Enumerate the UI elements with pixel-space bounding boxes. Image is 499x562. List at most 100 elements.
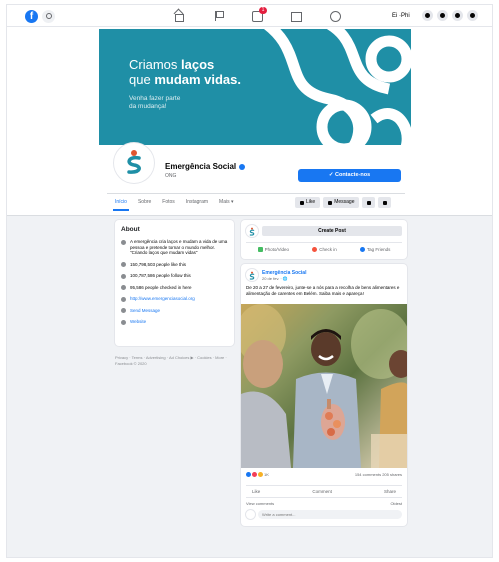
tab-about[interactable]: Sobre <box>138 199 151 205</box>
about-likes: 150,798,503 people like this <box>130 261 187 267</box>
love-reaction-icon <box>252 472 257 477</box>
pages-flag-icon[interactable] <box>211 10 225 22</box>
comments-shares-count[interactable]: 154 comments 205 shares <box>355 472 402 477</box>
cover-text: Criamos laços que mudam vidas. Venha faz… <box>129 57 241 111</box>
photo-video-label: Photo/Video <box>264 247 290 252</box>
contact-us-button[interactable]: ✓ Contacte-nos <box>298 169 401 182</box>
globe-icon <box>121 296 126 302</box>
more-icon <box>382 200 387 205</box>
about-follows: 100,787,586 people follow this <box>130 273 191 278</box>
about-title: About <box>121 226 140 233</box>
view-comments-link[interactable]: View comments <box>246 501 274 506</box>
info-icon <box>121 239 126 245</box>
account-menu-icon[interactable] <box>466 10 478 21</box>
tag-icon <box>121 319 126 325</box>
photo-icon <box>257 247 263 252</box>
about-description: A emergência cria laços e mudam a vida d… <box>130 239 228 255</box>
thumbs-up-icon <box>121 262 126 267</box>
about-send-message-link[interactable]: Send Message <box>130 308 160 314</box>
post-photo[interactable] <box>241 304 407 468</box>
about-website-link[interactable]: http://www.emergenciasocial.org <box>130 296 195 302</box>
like-page-button[interactable]: Like <box>295 197 321 208</box>
about-category-row[interactable]: Website <box>121 319 228 325</box>
check-in-button[interactable]: Check in <box>312 247 337 252</box>
post-card: Emergência Social 20 de fev. · 🌐 De 20 a… <box>241 264 407 526</box>
post-timestamp[interactable]: 20 de fev. · 🌐 <box>262 276 306 281</box>
like-page-label: Like <box>306 199 316 205</box>
page-title: Emergência Social <box>165 162 246 171</box>
search-page-button[interactable] <box>362 197 376 208</box>
post-meta: Emergência Social 20 de fev. · 🌐 <box>262 270 306 281</box>
post-photo-illustration <box>241 304 407 468</box>
page-logo-icon <box>249 271 255 280</box>
browser-page: f 1 Ei ·Phi Criamos laços que mudam vida… <box>6 4 493 558</box>
post-share-button[interactable]: Share <box>384 489 396 494</box>
post-like-button[interactable]: Like <box>252 489 260 494</box>
create-post-actions: Photo/Video Check in Tag Friends <box>246 247 402 252</box>
page-action-buttons: Like Message <box>295 197 392 208</box>
tab-more[interactable]: Mais ▾ <box>219 199 233 205</box>
page-logo-icon <box>249 227 255 236</box>
create-post-divider <box>246 242 402 243</box>
home-icon[interactable] <box>172 10 186 22</box>
photo-video-button[interactable]: Photo/Video <box>257 247 290 252</box>
commenter-avatar <box>246 510 255 519</box>
about-likes-row: 150,798,503 people like this <box>121 261 228 267</box>
search-icon[interactable] <box>42 10 55 23</box>
watch-icon[interactable]: 1 <box>250 7 267 22</box>
cover-decoration <box>263 29 411 145</box>
messenger-icon <box>121 308 126 313</box>
create-post-card: Create Post Photo/Video Check in Tag Fri… <box>241 220 407 259</box>
top-navigation: f 1 Ei ·Phi <box>7 5 492 27</box>
post-action-bar: Like Comment Share <box>246 485 402 498</box>
comments-sort-dropdown[interactable]: Oldest <box>390 501 402 506</box>
facebook-logo[interactable]: f <box>25 10 38 23</box>
checkin-icon <box>121 285 126 290</box>
cover-headline-line1: Criamos laços <box>129 57 215 72</box>
more-options-button[interactable] <box>378 197 392 208</box>
check-in-label: Check in <box>319 247 337 252</box>
nav-right-controls: Ei ·Phi <box>392 10 478 21</box>
tab-photos[interactable]: Fotos <box>162 199 175 205</box>
care-reaction-icon <box>258 472 263 477</box>
comments-controls: View comments Oldest <box>246 501 402 506</box>
reaction-icons[interactable]: 1K <box>246 472 269 477</box>
about-follows-row: 100,787,586 people follow this <box>121 273 228 279</box>
user-profile-link[interactable]: Ei ·Phi <box>392 13 410 19</box>
message-label: Message <box>334 199 355 205</box>
groups-icon[interactable] <box>328 10 342 22</box>
tab-home[interactable]: Início <box>113 199 129 211</box>
notifications-icon[interactable] <box>451 10 463 21</box>
verified-icon <box>239 163 246 170</box>
about-category-link[interactable]: Website <box>130 319 146 325</box>
page-avatar[interactable] <box>114 143 154 183</box>
comment-composer <box>246 510 402 519</box>
thumbs-up-icon <box>300 200 304 205</box>
post-text: De 20 a 27 de fevereiro, junte-se a nós … <box>246 285 400 296</box>
marketplace-icon[interactable] <box>289 10 303 22</box>
message-button[interactable]: Message <box>323 197 360 208</box>
post-author-avatar[interactable] <box>246 269 258 281</box>
about-website-row[interactable]: http://www.emergenciasocial.org <box>121 296 228 302</box>
page-logo-icon <box>127 150 141 174</box>
cover-photo[interactable]: Criamos laços que mudam vidas. Venha faz… <box>99 29 411 145</box>
post-comment-button[interactable]: Comment <box>312 489 332 494</box>
create-icon[interactable] <box>421 10 433 21</box>
tab-instagram[interactable]: Instagram <box>186 199 208 205</box>
about-checkins-row: 95,586 people checked in here <box>121 285 228 290</box>
about-description-row: A emergência cria laços e mudam a vida d… <box>121 239 228 256</box>
footer-links[interactable]: Privacy · Terms · Advertising · Ad Choic… <box>115 355 236 366</box>
about-message-row[interactable]: Send Message <box>121 308 228 314</box>
post-author[interactable]: Emergência Social <box>262 270 306 276</box>
page-avatar-small <box>246 225 258 237</box>
page-name-text: Emergência Social <box>165 162 237 171</box>
location-pin-icon <box>312 247 318 252</box>
messenger-icon[interactable] <box>436 10 448 21</box>
create-post-button[interactable]: Create Post <box>262 226 402 236</box>
cover-headline-line2: que mudam vidas. <box>129 72 242 87</box>
page-tabs: Início Sobre Fotos Instagram Mais ▾ <box>113 199 234 211</box>
comment-input[interactable] <box>258 510 402 519</box>
post-reactions-summary: 1K 154 comments 205 shares <box>246 472 402 477</box>
tag-friends-button[interactable]: Tag Friends <box>359 247 390 252</box>
nav-center-icons: 1 <box>172 7 342 22</box>
